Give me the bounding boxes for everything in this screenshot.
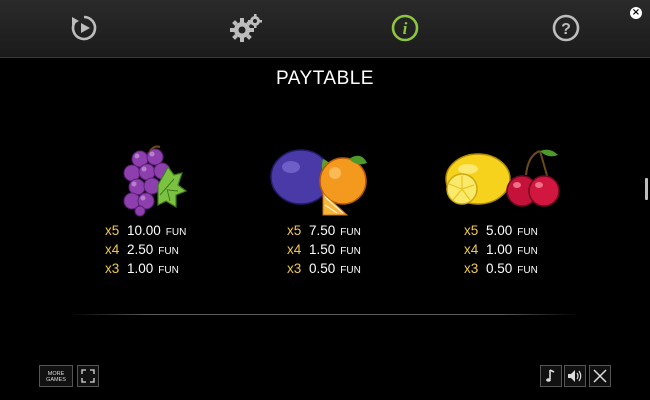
fullscreen-icon xyxy=(81,369,95,383)
close-icon xyxy=(593,369,607,383)
close-button[interactable] xyxy=(589,365,611,387)
svg-text:?: ? xyxy=(561,21,571,38)
payout-row: x4 1.50 FUN xyxy=(287,242,361,257)
settings-gear-icon[interactable] xyxy=(228,13,264,43)
lemon-cherries-icon xyxy=(445,149,560,207)
speaker-icon xyxy=(568,370,582,382)
plum-orange-icon xyxy=(270,149,367,216)
scrollbar-thumb[interactable] xyxy=(645,178,648,200)
symbol-plum-orange xyxy=(233,145,413,217)
symbol-grapes xyxy=(60,145,240,217)
payout-list-lemon-cherries: x5 5.00 FUN x4 1.00 FUN x3 0.50 FUN xyxy=(464,223,538,280)
grapes-icon xyxy=(123,145,188,217)
payout-row: x5 10.00 FUN xyxy=(105,223,187,238)
payout-row: x5 5.00 FUN xyxy=(464,223,538,238)
payout-row: x3 1.00 FUN xyxy=(105,261,179,276)
payout-row: x5 7.50 FUN xyxy=(287,223,361,238)
replay-icon[interactable] xyxy=(69,13,99,43)
more-games-label-line2: GAMES xyxy=(46,377,66,383)
divider xyxy=(70,314,580,315)
music-note-icon xyxy=(546,369,555,382)
top-nav-bar: i ? × xyxy=(0,0,650,58)
payout-list-plum-orange: x5 7.50 FUN x4 1.50 FUN x3 0.50 FUN xyxy=(287,223,361,280)
help-icon[interactable]: ? xyxy=(551,13,581,43)
music-button[interactable] xyxy=(540,365,562,387)
sound-button[interactable] xyxy=(564,365,586,387)
symbol-lemon-cherries xyxy=(410,145,590,217)
close-icon[interactable]: × xyxy=(630,7,642,19)
svg-text:i: i xyxy=(403,19,408,38)
payout-row: x4 1.00 FUN xyxy=(464,242,538,257)
more-games-button[interactable]: MORE GAMES xyxy=(39,365,73,387)
payout-list-grapes: x5 10.00 FUN x4 2.50 FUN x3 1.00 FUN xyxy=(105,223,186,280)
page-title: PAYTABLE xyxy=(276,68,374,89)
info-icon[interactable]: i xyxy=(390,13,420,43)
payout-row: x3 0.50 FUN xyxy=(464,261,538,276)
payout-row: x4 2.50 FUN xyxy=(105,242,179,257)
fullscreen-button[interactable] xyxy=(77,365,99,387)
payout-row: x3 0.50 FUN xyxy=(287,261,361,276)
